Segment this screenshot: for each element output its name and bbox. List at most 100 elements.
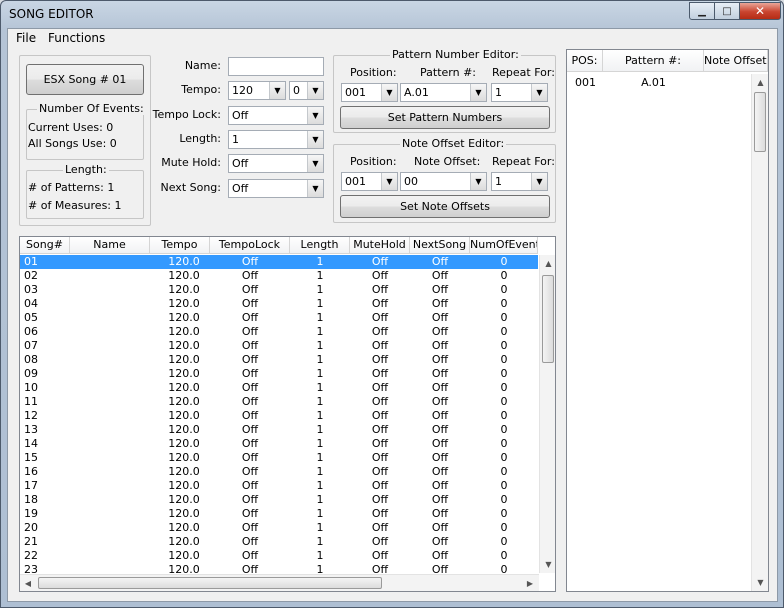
offset-repeat-select[interactable]: 1 ▼ [491,172,548,191]
next-song-select[interactable]: Off ▼ [228,179,324,198]
table-row[interactable]: 07 120.0 Off 1 Off Off 0 [20,339,538,353]
scroll-right-icon[interactable]: ▶ [522,575,538,591]
offset-position-label: Position: [350,155,397,168]
offset-position-select[interactable]: 001 ▼ [341,172,398,191]
column-header[interactable]: Note Offset: [704,50,768,72]
table-row[interactable]: 10 120.0 Off 1 Off Off 0 [20,381,538,395]
table-cell: Off [371,507,389,520]
scroll-down-icon[interactable]: ▼ [540,556,555,572]
close-button[interactable]: ✕ [739,2,781,20]
column-header[interactable]: Length [290,237,350,254]
song-list-hscroll[interactable]: ◀ ▶ [20,574,539,591]
table-row[interactable]: 13 120.0 Off 1 Off Off 0 [20,423,538,437]
pattern-position-select[interactable]: 001 ▼ [341,83,398,102]
table-cell: 0 [500,255,508,268]
scroll-up-icon[interactable]: ▲ [540,255,555,271]
menu-file[interactable]: File [16,31,36,45]
table-cell [70,339,150,353]
table-row[interactable]: 14 120.0 Off 1 Off Off 0 [20,437,538,451]
table-cell: 22 [24,549,38,562]
table-cell: Off [241,521,259,534]
scroll-down-icon[interactable]: ▼ [752,574,768,590]
table-row[interactable]: 01 120.0 Off 1 Off Off 0 [20,255,538,269]
measures-count-label: # of Measures: 1 [28,199,122,212]
table-row[interactable]: 09 120.0 Off 1 Off Off 0 [20,367,538,381]
scroll-up-icon[interactable]: ▲ [752,74,768,90]
table-row[interactable]: 05 120.0 Off 1 Off Off 0 [20,311,538,325]
maximize-button[interactable]: □ [714,2,740,20]
table-row[interactable]: 06 120.0 Off 1 Off Off 0 [20,325,538,339]
table-cell [70,283,150,297]
table-row[interactable]: 04 120.0 Off 1 Off Off 0 [20,297,538,311]
column-header[interactable]: Song# [20,237,70,254]
table-row[interactable]: 22 120.0 Off 1 Off Off 0 [20,549,538,563]
table-cell: Off [371,381,389,394]
column-header[interactable]: Tempo [150,237,210,254]
table-row[interactable]: 20 120.0 Off 1 Off Off 0 [20,521,538,535]
position-list[interactable]: POS:Pattern #:Note Offset: 001A.010 ▲ ▼ [566,49,769,592]
mute-hold-select[interactable]: Off ▼ [228,154,324,173]
column-header[interactable]: NumOfEvent [470,237,538,254]
song-list-vscroll[interactable]: ▲ ▼ [539,255,555,573]
column-header[interactable]: Pattern #: [603,50,704,72]
note-offset-select[interactable]: 00 ▼ [400,172,487,191]
column-header[interactable]: Name [70,237,150,254]
table-cell: 1 [316,521,324,534]
table-row[interactable]: 16 120.0 Off 1 Off Off 0 [20,465,538,479]
table-cell: 06 [24,325,38,338]
column-header[interactable]: TempoLock [210,237,290,254]
song-number-button[interactable]: ESX Song # 01 [26,64,144,95]
tempo-select[interactable]: 120 ▼ [228,81,286,100]
table-cell: 1 [316,353,324,366]
song-list[interactable]: Song# Name Tempo TempoLock Length MuteHold Nex… [19,236,556,592]
title-bar[interactable]: SONG EDITOR ▁ □ ✕ [1,1,783,27]
table-row[interactable]: 02 120.0 Off 1 Off Off 0 [20,269,538,283]
minimize-button[interactable]: ▁ [689,2,715,20]
song-list-vscroll-thumb[interactable] [542,275,554,363]
pattern-repeat-select[interactable]: 1 ▼ [491,83,548,102]
length-select[interactable]: 1 ▼ [228,130,324,149]
table-cell: 0 [500,465,508,478]
list-item[interactable]: 001A.010 [567,76,768,90]
table-row[interactable]: 11 120.0 Off 1 Off Off 0 [20,395,538,409]
table-cell [70,437,150,451]
tempo-fraction-select[interactable]: 0 ▼ [289,81,324,100]
table-row[interactable]: 12 120.0 Off 1 Off Off 0 [20,409,538,423]
table-row[interactable]: 15 120.0 Off 1 Off Off 0 [20,451,538,465]
table-cell: Off [431,353,449,366]
table-cell: 14 [24,437,38,450]
set-note-offsets-button[interactable]: Set Note Offsets [340,195,550,218]
table-cell [70,311,150,325]
set-pattern-numbers-button[interactable]: Set Pattern Numbers [340,106,550,129]
name-field[interactable] [228,57,324,76]
table-row[interactable]: 21 120.0 Off 1 Off Off 0 [20,535,538,549]
table-cell: Off [241,465,259,478]
events-group: Number Of Events: Current Uses: 0 All So… [26,102,146,160]
column-header[interactable]: NextSong [410,237,470,254]
table-cell: 1 [316,269,324,282]
table-row[interactable]: 08 120.0 Off 1 Off Off 0 [20,353,538,367]
column-header[interactable]: POS: [567,50,603,72]
position-list-vscroll-thumb[interactable] [754,92,766,152]
table-row[interactable]: 19 120.0 Off 1 Off Off 0 [20,507,538,521]
menu-functions[interactable]: Functions [48,31,105,45]
table-cell: 02 [24,269,38,282]
table-row[interactable]: 18 120.0 Off 1 Off Off 0 [20,493,538,507]
column-header[interactable]: MuteHold [350,237,410,254]
table-cell: 1 [316,381,324,394]
mute-hold-label: Mute Hold: [161,156,221,169]
pattern-number-select[interactable]: A.01 ▼ [400,83,487,102]
table-cell: 1 [316,451,324,464]
position-list-vscroll[interactable]: ▲ ▼ [751,74,768,591]
table-row[interactable]: 17 120.0 Off 1 Off Off 0 [20,479,538,493]
table-cell: 120.0 [168,437,200,450]
scroll-left-icon[interactable]: ◀ [20,575,36,591]
song-list-hscroll-thumb[interactable] [38,577,382,589]
table-cell: Off [241,339,259,352]
tempo-lock-select[interactable]: Off ▼ [228,106,324,125]
table-row[interactable]: 03 120.0 Off 1 Off Off 0 [20,283,538,297]
table-cell: Off [371,423,389,436]
table-cell: 03 [24,283,38,296]
table-cell: Off [241,451,259,464]
table-cell: 120.0 [168,521,200,534]
